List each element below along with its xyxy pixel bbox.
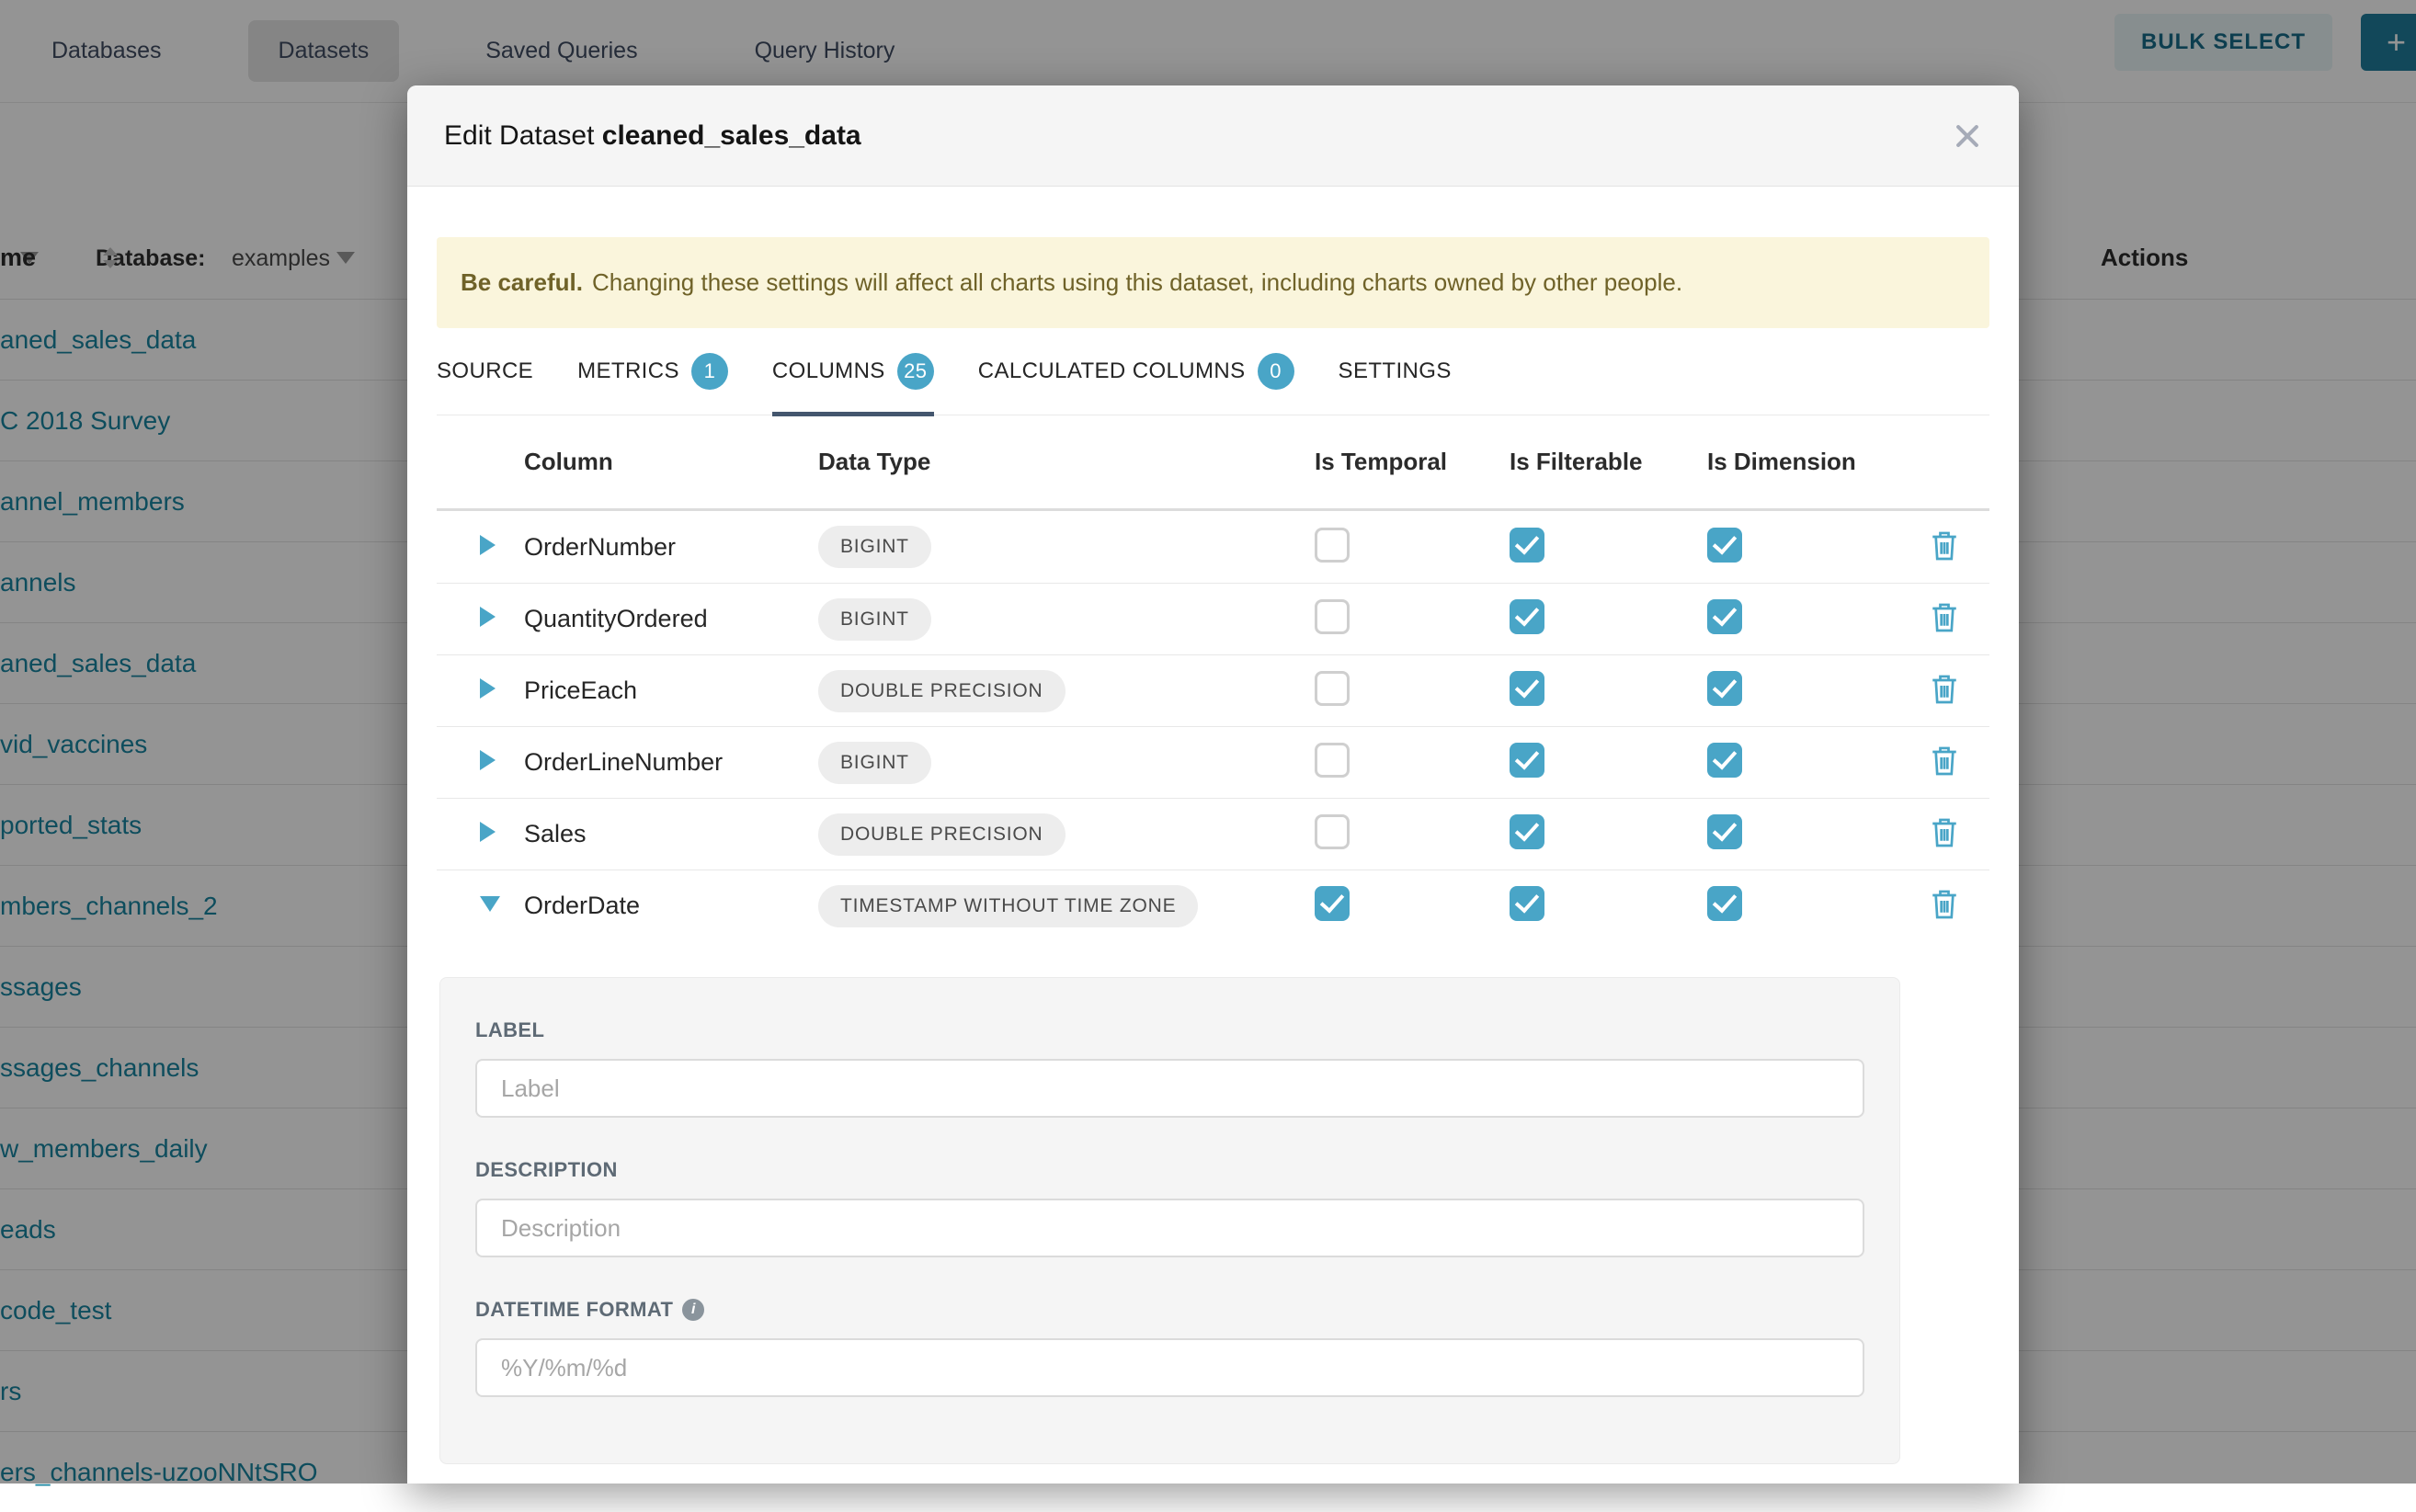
data-type-pill: BIGINT [818, 742, 931, 784]
columns-table-header: Column Data Type Is Temporal Is Filterab… [437, 415, 1989, 511]
is-temporal-checkbox[interactable] [1315, 671, 1350, 706]
is-filterable-checkbox[interactable] [1510, 599, 1544, 634]
is-temporal-checkbox[interactable] [1315, 886, 1350, 921]
modal-tabs: SOURCE METRICS 1 COLUMNS 25 CALCULATED C… [437, 328, 1989, 415]
is-temporal-checkbox[interactable] [1315, 814, 1350, 849]
is-temporal-checkbox[interactable] [1315, 528, 1350, 563]
tab-metrics[interactable]: METRICS 1 [577, 328, 728, 415]
column-header: Column [524, 448, 818, 476]
data-type-pill: DOUBLE PRECISION [818, 670, 1066, 712]
trash-icon[interactable] [1928, 671, 1961, 706]
modal-title-prefix: Edit Dataset [444, 120, 594, 151]
tab-source[interactable]: SOURCE [437, 328, 533, 415]
is-filterable-checkbox[interactable] [1510, 886, 1544, 921]
table-row: OrderNumber BIGINT [437, 511, 1989, 583]
data-type-header: Data Type [818, 448, 1315, 476]
modal-title: Edit Dataset cleaned_sales_data [444, 120, 861, 152]
tab-columns[interactable]: COLUMNS 25 [772, 328, 934, 415]
is-temporal-checkbox[interactable] [1315, 743, 1350, 778]
table-row: PriceEach DOUBLE PRECISION [437, 654, 1989, 726]
field-label-text: DATETIME FORMAT [475, 1298, 673, 1322]
expand-caret-icon[interactable] [480, 535, 496, 555]
trash-icon[interactable] [1928, 528, 1961, 563]
close-icon[interactable] [1954, 123, 1980, 149]
is-dimension-checkbox[interactable] [1707, 886, 1742, 921]
is-dimension-checkbox[interactable] [1707, 743, 1742, 778]
description-input[interactable] [475, 1199, 1864, 1257]
trash-icon[interactable] [1928, 814, 1961, 849]
data-type-pill: BIGINT [818, 526, 931, 568]
tab-label: CALCULATED COLUMNS [978, 358, 1246, 384]
description-field-label: DESCRIPTION [475, 1158, 1864, 1182]
table-row: QuantityOrdered BIGINT [437, 583, 1989, 654]
edit-dataset-modal: Edit Dataset cleaned_sales_data Be caref… [407, 85, 2019, 1484]
modal-body: Be careful. Changing these settings will… [407, 237, 2019, 1464]
count-badge: 25 [897, 353, 934, 390]
is-filterable-checkbox[interactable] [1510, 528, 1544, 563]
is-dimension-checkbox[interactable] [1707, 671, 1742, 706]
column-name: OrderNumber [524, 533, 818, 562]
table-row: OrderLineNumber BIGINT [437, 726, 1989, 798]
table-row: Sales DOUBLE PRECISION [437, 798, 1989, 870]
tab-label: SOURCE [437, 358, 533, 384]
is-dimension-checkbox[interactable] [1707, 528, 1742, 563]
data-type-pill: DOUBLE PRECISION [818, 813, 1066, 856]
is-filterable-checkbox[interactable] [1510, 671, 1544, 706]
datetime-format-field-label: DATETIME FORMAT i [475, 1298, 1864, 1322]
column-detail-panel: LABEL DESCRIPTION DATETIME FORMAT i [439, 977, 1900, 1464]
column-name: Sales [524, 820, 818, 848]
tab-calculated-columns[interactable]: CALCULATED COLUMNS 0 [978, 328, 1294, 415]
modal-dataset-name: cleaned_sales_data [602, 120, 861, 151]
field-label-text: LABEL [475, 1018, 544, 1042]
trash-icon[interactable] [1928, 599, 1961, 634]
data-type-pill: TIMESTAMP WITHOUT TIME ZONE [818, 885, 1198, 927]
datetime-format-input[interactable] [475, 1338, 1864, 1397]
trash-icon[interactable] [1928, 743, 1961, 778]
expand-caret-icon[interactable] [480, 607, 496, 627]
modal-header: Edit Dataset cleaned_sales_data [407, 85, 2019, 187]
expand-caret-icon[interactable] [480, 750, 496, 770]
warning-text: Changing these settings will affect all … [592, 268, 1682, 297]
field-label-text: DESCRIPTION [475, 1158, 618, 1182]
is-temporal-checkbox[interactable] [1315, 599, 1350, 634]
is-filterable-checkbox[interactable] [1510, 743, 1544, 778]
is-temporal-header: Is Temporal [1315, 448, 1510, 476]
label-field-label: LABEL [475, 1018, 1864, 1042]
collapse-caret-icon[interactable] [480, 896, 500, 912]
expand-caret-icon[interactable] [480, 822, 496, 842]
count-badge: 1 [691, 353, 728, 390]
is-filterable-header: Is Filterable [1510, 448, 1707, 476]
tab-label: METRICS [577, 358, 679, 384]
trash-icon[interactable] [1928, 886, 1961, 921]
is-dimension-checkbox[interactable] [1707, 814, 1742, 849]
column-name: OrderDate [524, 892, 818, 920]
table-row-expanded: OrderDate TIMESTAMP WITHOUT TIME ZONE [437, 870, 1989, 941]
is-filterable-checkbox[interactable] [1510, 814, 1544, 849]
info-icon[interactable]: i [682, 1299, 704, 1321]
column-name: PriceEach [524, 676, 818, 705]
warning-banner: Be careful. Changing these settings will… [437, 237, 1989, 328]
label-input[interactable] [475, 1059, 1864, 1118]
is-dimension-checkbox[interactable] [1707, 599, 1742, 634]
column-name: OrderLineNumber [524, 748, 818, 777]
warning-bold-text: Be careful. [461, 268, 583, 297]
expand-caret-icon[interactable] [480, 678, 496, 699]
count-badge: 0 [1258, 353, 1294, 390]
tab-label: COLUMNS [772, 358, 885, 384]
is-dimension-header: Is Dimension [1707, 448, 1919, 476]
column-name: QuantityOrdered [524, 605, 818, 633]
data-type-pill: BIGINT [818, 598, 931, 641]
tab-label: SETTINGS [1339, 358, 1452, 384]
tab-settings[interactable]: SETTINGS [1339, 328, 1452, 415]
